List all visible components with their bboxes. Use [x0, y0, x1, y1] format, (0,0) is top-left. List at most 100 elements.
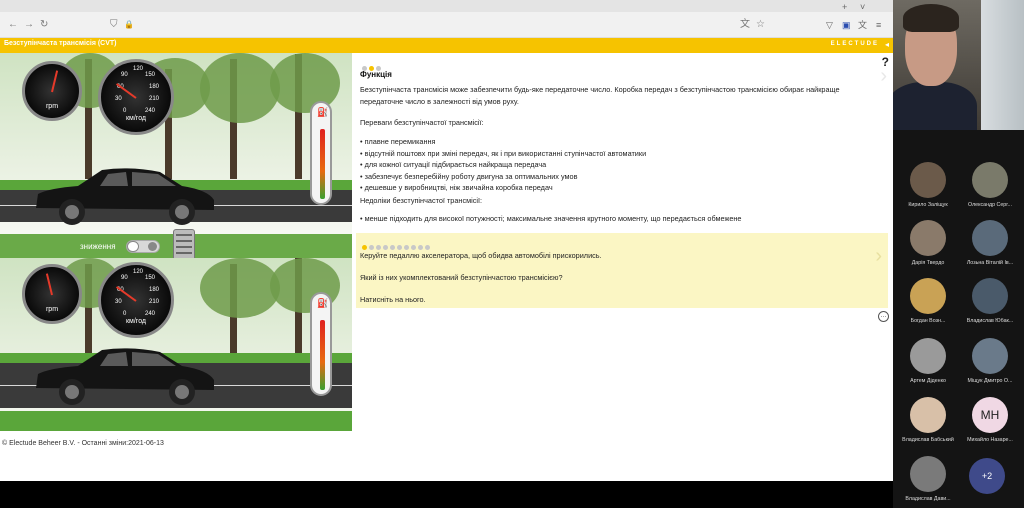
disadvantages-list: менше підходить для високої потужності; …	[360, 214, 742, 226]
task-dot[interactable]	[425, 245, 430, 250]
speed-tick: 240	[145, 311, 156, 317]
speed-tick: 30	[115, 96, 122, 102]
task-box: Керуйте педаллю акселератора, щоб обидва…	[356, 233, 888, 308]
fuel-level-bar	[320, 320, 325, 390]
copyright-footer: © Electude Beheer B.V. - Останні зміни:2…	[2, 440, 164, 447]
fuel-gauge: ⛽	[310, 292, 332, 396]
task-dot[interactable]	[404, 245, 409, 250]
toggle-knob	[127, 241, 139, 252]
speed-tick: 180	[149, 287, 160, 293]
translate-icon[interactable]: 文	[858, 20, 867, 30]
speed-tick: 150	[145, 72, 156, 78]
task-dot[interactable]	[376, 245, 381, 250]
intro-text: Безступінчаста трансмісія може забезпечи…	[360, 85, 840, 106]
participant-name: Владислав Дави...	[905, 496, 951, 502]
translate-icon[interactable]: 文	[740, 20, 750, 30]
participant-tile[interactable]: Дарія Твердо	[897, 220, 959, 270]
pocket-icon[interactable]: ▽	[826, 20, 833, 30]
avatar	[910, 278, 946, 314]
fuel-gauge: ⛽	[310, 101, 332, 205]
task-line: Який із них укомплектований безступінчас…	[360, 273, 563, 282]
avatar	[910, 338, 946, 374]
speed-tick: 30	[115, 299, 122, 305]
rpm-gauge: rpm	[22, 61, 82, 121]
participant-name: Олександр Серг...	[968, 202, 1012, 208]
participant-name: Кирило Заліщук	[908, 202, 948, 208]
task-dot[interactable]	[369, 245, 374, 250]
task-line: Керуйте педаллю акселератора, щоб обидва…	[360, 251, 602, 260]
fuel-pump-icon: ⛽	[317, 107, 329, 117]
next-page-icon[interactable]: ›	[880, 65, 887, 88]
downshift-label: зниження	[80, 242, 116, 251]
speed-label: км/год	[125, 318, 147, 326]
task-dot[interactable]	[383, 245, 388, 250]
participant-name: Владислав Бабський	[902, 437, 954, 443]
extension-icon[interactable]: ▣	[842, 20, 851, 30]
simulation-panel: rpm 30 60 90 120 150 180 210 240 0 км/го…	[0, 53, 352, 481]
avatar	[910, 397, 946, 433]
car-bottom[interactable]	[30, 344, 220, 408]
participant-tile[interactable]: Владислав Дави...	[897, 456, 959, 506]
browser-tabstrip	[0, 0, 893, 12]
new-tab-icon[interactable]: +	[842, 2, 847, 12]
rpm-label: rpm	[45, 306, 59, 314]
avatar: МН	[972, 397, 1008, 433]
forward-icon[interactable]: →	[24, 20, 34, 30]
task-dot[interactable]	[397, 245, 402, 250]
task-dot[interactable]	[418, 245, 423, 250]
back-icon[interactable]: ←	[8, 20, 18, 30]
next-task-icon[interactable]: ›	[875, 245, 882, 268]
address-bar[interactable]: ⛉ 🔒 文 ☆	[100, 18, 840, 33]
participant-tile[interactable]: Олександр Серг...	[959, 162, 1021, 212]
speed-tick: 180	[149, 84, 160, 90]
task-dot-active[interactable]	[362, 245, 367, 250]
rpm-needle	[51, 70, 59, 93]
tree-foliage	[200, 258, 280, 318]
participant-name: Дарія Твердо	[911, 260, 945, 266]
advantages-title: Переваги безступінчастої трансмісії:	[360, 118, 484, 127]
participant-tile[interactable]: Владислав Юбак...	[959, 278, 1021, 328]
star-icon[interactable]: ☆	[756, 20, 765, 30]
rpm-needle	[45, 273, 53, 296]
speed-tick: 150	[145, 275, 156, 281]
task-line: Натисніть на нього.	[360, 295, 426, 304]
more-participants[interactable]: +2	[969, 458, 1005, 494]
rpm-label: rpm	[45, 103, 59, 111]
collapse-icon[interactable]: ◂	[885, 40, 889, 49]
participant-tile[interactable]: МН Михайло Назаре...	[959, 397, 1021, 447]
speed-tick: 90	[121, 72, 128, 78]
participant-tile[interactable]: Владислав Бабський	[897, 397, 959, 447]
participant-tile[interactable]: Міщук Дмитро О...	[959, 338, 1021, 388]
avatar	[910, 220, 946, 256]
top-car-scene: rpm 30 60 90 120 150 180 210 240 0 км/го…	[0, 53, 352, 234]
speed-tick: 90	[121, 275, 128, 281]
menu-icon[interactable]: ≡	[876, 20, 881, 30]
lock-icon: 🔒	[124, 20, 134, 29]
speaker-video	[893, 0, 1024, 130]
background-window	[981, 0, 1024, 130]
list-item: забезпечує безперебійну роботу двигуна з…	[360, 172, 646, 184]
task-dot[interactable]	[390, 245, 395, 250]
chevron-down-icon[interactable]: ˅	[860, 2, 865, 12]
participant-tile[interactable]: Кирило Заліщук	[897, 162, 959, 212]
participant-tile[interactable]: Богдан Возн...	[897, 278, 959, 328]
video-call-panel: Кирило Заліщук Олександр Серг... Дарія Тве…	[893, 0, 1024, 508]
speed-tick: 120	[133, 66, 144, 72]
list-item: менше підходить для високої потужності; …	[360, 214, 742, 226]
comment-icon[interactable]: …	[878, 311, 889, 322]
task-dot[interactable]	[411, 245, 416, 250]
browser-toolbar: ← → ↻ ⛉ 🔒 文 ☆ ▽ ▣ 文 ≡ + ˅	[0, 0, 893, 38]
participant-tile[interactable]: Лозьна Віталій Ів...	[959, 220, 1021, 270]
rpm-gauge: rpm	[22, 264, 82, 324]
speaker-body	[893, 82, 977, 130]
speed-label: км/год	[125, 115, 147, 123]
participant-tile[interactable]: Артем Діденко	[897, 338, 959, 388]
brand-logo: ELECTUDE	[830, 41, 879, 47]
downshift-toggle[interactable]	[126, 240, 160, 253]
reload-icon[interactable]: ↻	[40, 20, 48, 30]
speaker-hair	[903, 4, 959, 32]
car-top[interactable]	[30, 164, 220, 228]
theory-panel: ? Функція Безступінчаста трансмісія може…	[352, 53, 893, 481]
grass-strip	[0, 411, 352, 431]
speedometer: 30 60 90 120 150 180 210 240 0 км/год	[98, 262, 174, 338]
